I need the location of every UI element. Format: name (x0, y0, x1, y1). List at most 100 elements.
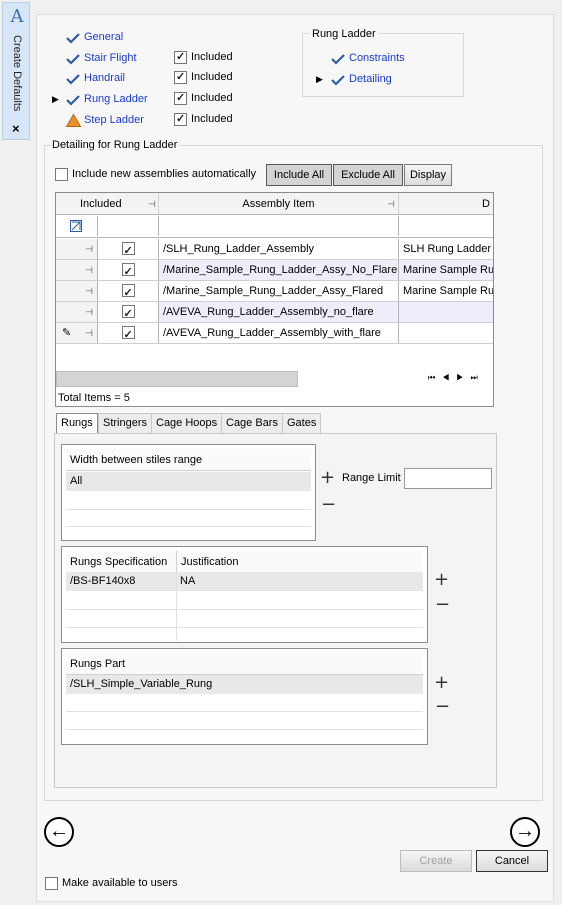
total-items-label: Total Items = 5 (58, 392, 130, 404)
tab-rungs[interactable]: Rungs (56, 413, 98, 434)
included-cell[interactable] (98, 302, 159, 322)
rung-ladder-subnav (302, 33, 464, 97)
assembly-item-cell[interactable]: /SLH_Rung_Ladder_Assembly (159, 239, 399, 259)
table-row[interactable]: ✎⊣/AVEVA_Rung_Ladder_Assembly_with_flare (56, 323, 493, 344)
assembly-item-cell[interactable]: /AVEVA_Rung_Ladder_Assembly_no_flare (159, 302, 399, 322)
included-checkbox[interactable] (174, 50, 187, 64)
included-cell[interactable] (98, 239, 159, 259)
remove-spec-button[interactable]: − (435, 596, 450, 614)
included-label: Included (191, 92, 233, 104)
pin-icon[interactable]: ⊣ (148, 193, 156, 215)
nav-item-handrail[interactable]: Handrail (84, 72, 125, 84)
nav-item-general[interactable]: General (84, 31, 123, 43)
check-icon (66, 94, 80, 109)
included-checkbox[interactable] (174, 70, 187, 84)
row-handle[interactable]: ⊣ (56, 281, 98, 301)
side-panel-title[interactable]: Create Defaults (11, 35, 23, 111)
row-handle[interactable]: ⊣ (56, 260, 98, 280)
remove-width-button[interactable]: − (321, 496, 336, 514)
pin-icon[interactable]: ⊣ (387, 193, 395, 215)
included-checkbox[interactable] (121, 283, 135, 301)
row-handle[interactable]: ⊣ (56, 239, 98, 259)
step-ladder-included[interactable]: Included (174, 112, 233, 129)
tab-stringers[interactable]: Stringers (98, 413, 153, 433)
rungs-part-table[interactable]: Rungs Part /SLH_Simple_Variable_Rung (61, 648, 428, 745)
description-cell[interactable] (399, 302, 493, 322)
handrail-included[interactable]: Included (174, 70, 233, 87)
add-width-button[interactable]: + (320, 469, 335, 487)
nav-item-rung-ladder[interactable]: Rung Ladder (84, 93, 148, 105)
pin-icon[interactable]: ⊣ (85, 286, 93, 296)
filter-included-cell[interactable] (98, 216, 159, 236)
add-spec-button[interactable]: + (434, 571, 449, 589)
rungs-spec-row[interactable]: /BS-BF140x8 NA (66, 572, 423, 591)
filter-assembly-cell[interactable] (159, 216, 399, 236)
included-checkbox[interactable] (121, 241, 135, 259)
included-checkbox[interactable] (121, 262, 135, 280)
description-cell[interactable]: SLH Rung Ladder (399, 239, 493, 259)
rung-ladder-included[interactable]: Included (174, 91, 233, 108)
display-button[interactable]: Display (404, 164, 452, 186)
width-range-row[interactable]: All (66, 472, 311, 491)
add-part-button[interactable]: + (434, 674, 449, 692)
scroll-nav-icons[interactable]: ⏮◀▶⏭ (428, 373, 485, 383)
create-button[interactable]: Create (400, 850, 472, 872)
assembly-item-cell[interactable]: /Marine_Sample_Rung_Ladder_Assy_Flared (159, 281, 399, 301)
width-range-table[interactable]: Width between stiles range All (61, 444, 316, 541)
selected-arrow-icon: ▶ (52, 94, 59, 104)
nav-item-stair-flight[interactable]: Stair Flight (84, 52, 137, 64)
subnav-detailing[interactable]: Detailing (349, 73, 392, 85)
filter-icon[interactable] (56, 216, 98, 236)
included-cell[interactable] (98, 281, 159, 301)
subnav-constraints[interactable]: Constraints (349, 52, 405, 64)
description-cell[interactable] (399, 323, 493, 343)
include-all-button[interactable]: Include All (266, 164, 332, 186)
auto-include-checkbox[interactable] (55, 168, 68, 184)
horizontal-scrollbar[interactable] (56, 371, 298, 387)
stair-flight-included[interactable]: Included (174, 50, 233, 67)
pin-icon[interactable]: ⊣ (85, 307, 93, 317)
included-label: Included (191, 113, 233, 125)
make-available-checkbox[interactable] (45, 877, 58, 893)
table-row[interactable]: ⊣ /Marine_Sample_Rung_Ladder_Assy_FlaredM… (56, 281, 493, 302)
rungs-spec-table[interactable]: Rungs Specification Justification /BS-BF… (61, 546, 428, 643)
table-row[interactable]: ⊣ /SLH_Rung_Ladder_AssemblySLH Rung Ladde… (56, 239, 493, 260)
next-arrow-icon[interactable]: → (510, 817, 540, 847)
row-handle[interactable]: ✎ ⊣ (56, 323, 98, 343)
range-limit-input[interactable] (404, 468, 492, 489)
nav-item-step-ladder[interactable]: Step Ladder (84, 114, 144, 126)
description-cell[interactable]: Marine Sample Ru (399, 281, 493, 301)
tab-cage-hoops[interactable]: Cage Hoops (151, 413, 223, 433)
tab-cage-bars[interactable]: Cage Bars (221, 413, 283, 433)
included-cell[interactable] (98, 323, 159, 343)
table-row[interactable]: ⊣ /Marine_Sample_Rung_Ladder_Assy_No_Flar… (56, 260, 493, 281)
assembly-item-cell[interactable]: /AVEVA_Rung_Ladder_Assembly_with_flare (159, 323, 399, 343)
column-header-description[interactable]: D (399, 193, 493, 215)
edit-pencil-icon: ✎ (62, 327, 72, 339)
pin-icon[interactable]: ⊣ (85, 328, 93, 338)
description-cell[interactable]: Marine Sample Ru (399, 260, 493, 280)
check-icon (66, 73, 80, 88)
column-header-assembly-item[interactable]: Assembly Item ⊣ (159, 193, 399, 215)
pin-icon[interactable]: ⊣ (85, 244, 93, 254)
pin-icon[interactable]: ⊣ (85, 265, 93, 275)
remove-part-button[interactable]: − (435, 698, 450, 716)
row-handle[interactable]: ⊣ (56, 302, 98, 322)
included-checkbox[interactable] (121, 325, 135, 343)
check-icon (66, 53, 80, 68)
included-checkbox[interactable] (174, 91, 187, 105)
included-checkbox[interactable] (174, 112, 187, 126)
exclude-all-button[interactable]: Exclude All (333, 164, 403, 186)
filter-row (56, 216, 493, 238)
tab-gates[interactable]: Gates (282, 413, 322, 433)
table-row[interactable]: ⊣ /AVEVA_Rung_Ladder_Assembly_no_flare (56, 302, 493, 323)
included-checkbox[interactable] (121, 304, 135, 322)
rungs-part-row[interactable]: /SLH_Simple_Variable_Rung (66, 675, 423, 694)
column-header-included[interactable]: Included ⊣ (56, 193, 159, 215)
included-cell[interactable] (98, 260, 159, 280)
cancel-button[interactable]: Cancel (476, 850, 548, 872)
make-available-label: Make available to users (62, 877, 178, 889)
close-icon[interactable]: × (12, 121, 20, 136)
back-arrow-icon[interactable]: ← (44, 817, 74, 847)
assembly-item-cell[interactable]: /Marine_Sample_Rung_Ladder_Assy_No_Flare (159, 260, 399, 280)
